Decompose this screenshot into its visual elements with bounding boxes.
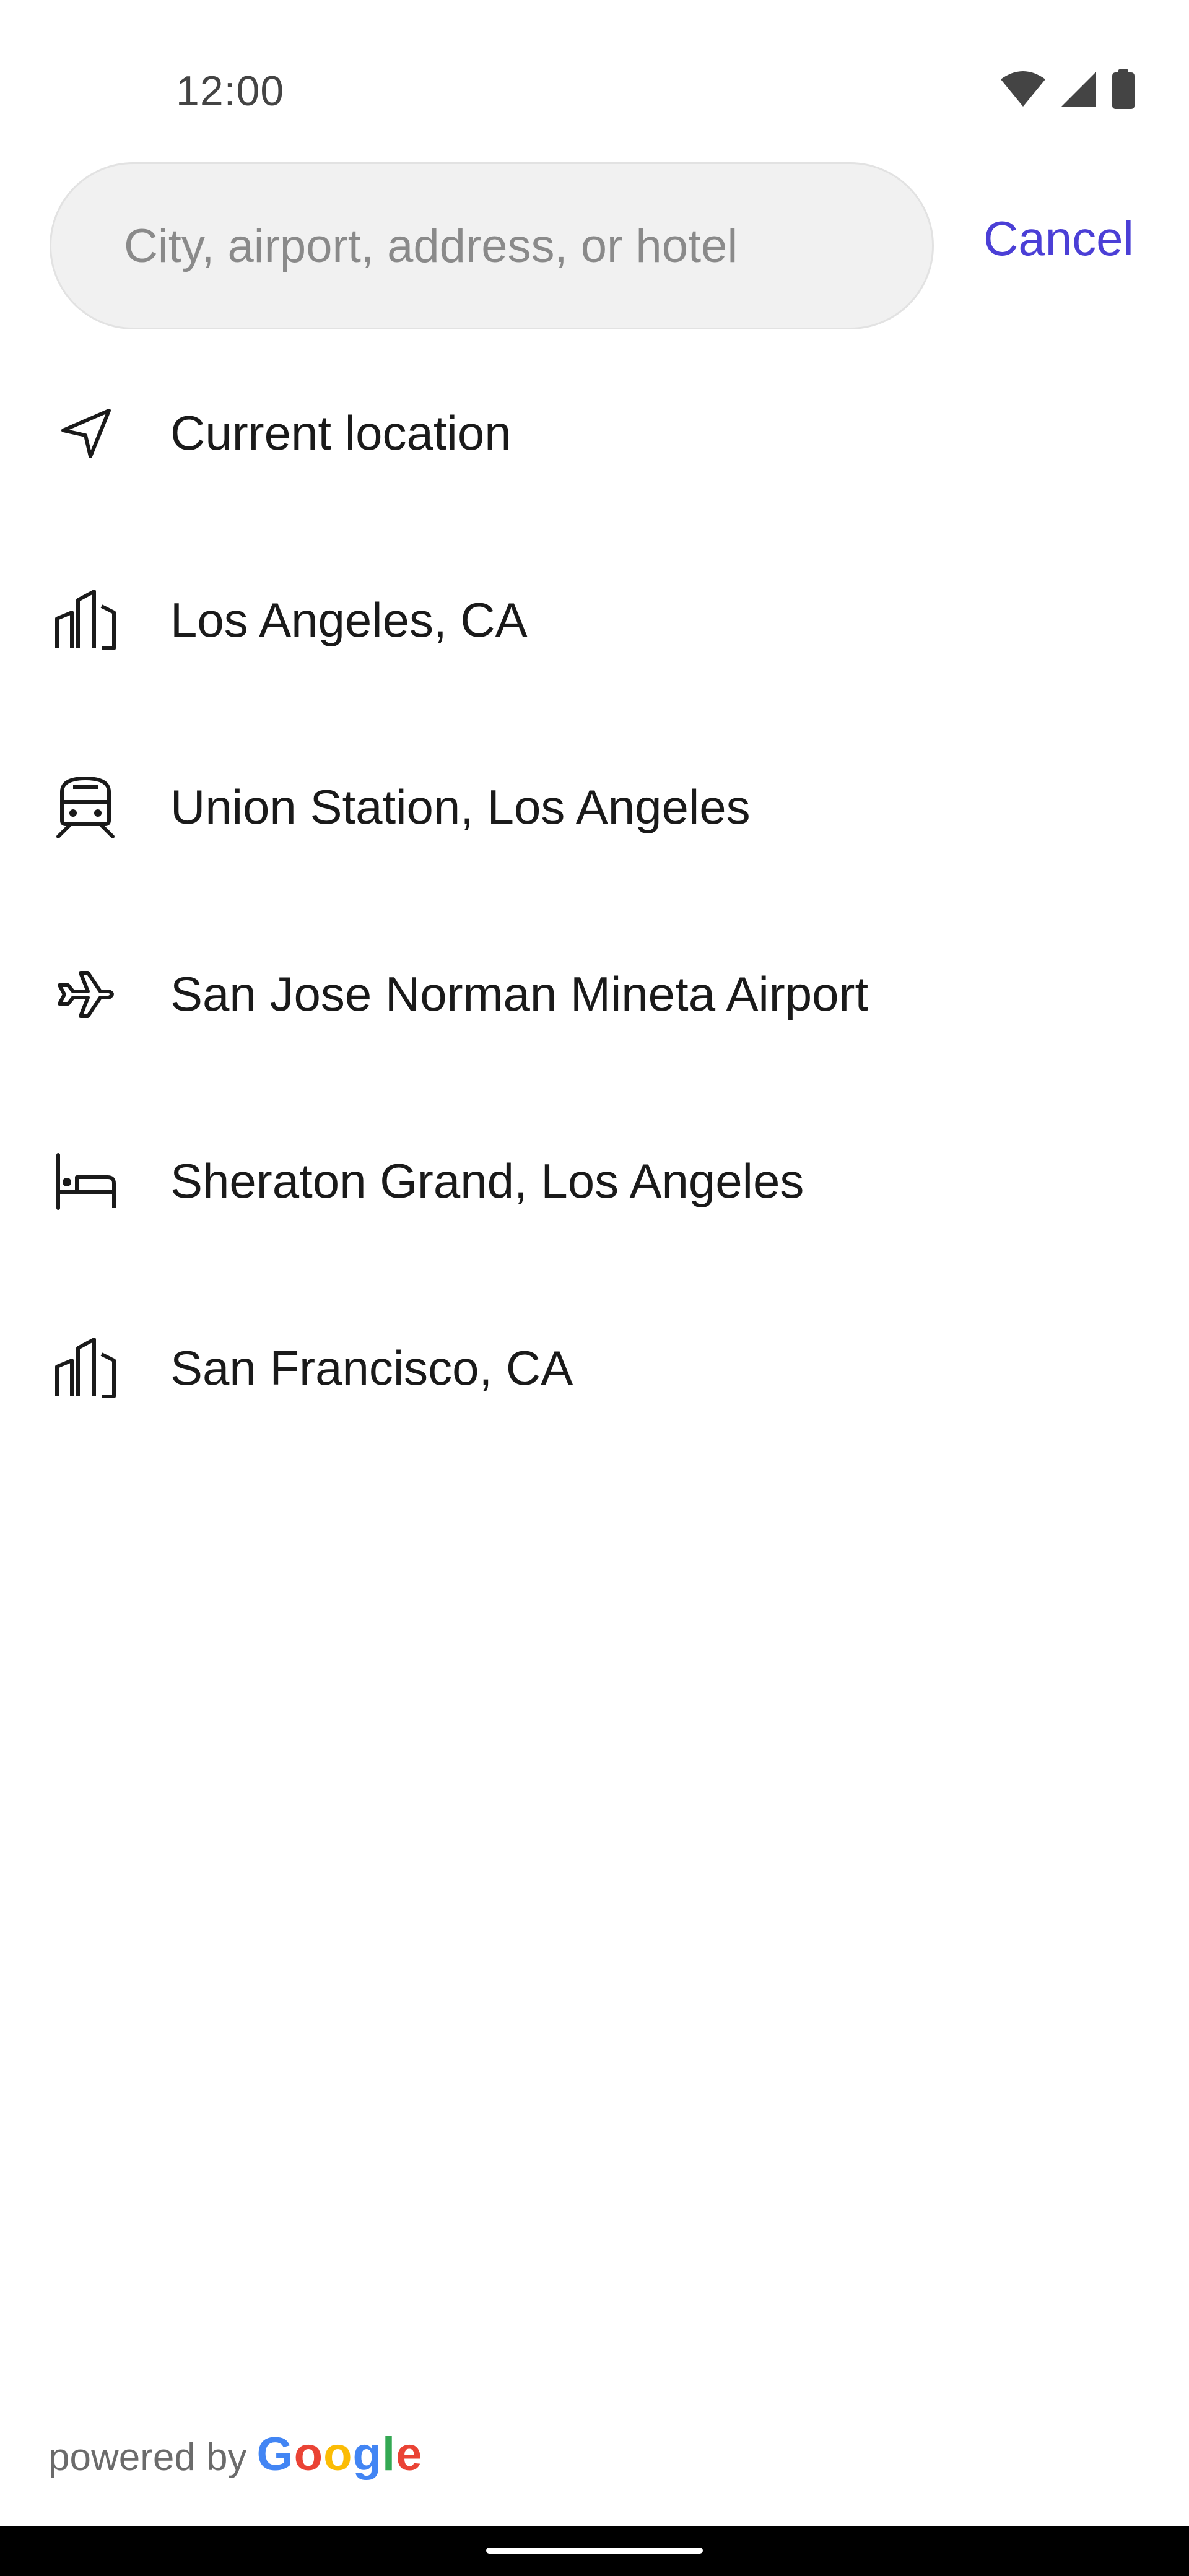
status-icons: [1000, 69, 1136, 112]
status-time: 12:00: [176, 67, 285, 115]
google-logo-letter: G: [256, 2428, 294, 2481]
search-input[interactable]: [123, 218, 932, 274]
google-logo-letter: o: [323, 2428, 353, 2481]
suggestion-san-francisco[interactable]: San Francisco, CA: [0, 1274, 1189, 1461]
suggestion-label: San Jose Norman Mineta Airport: [170, 966, 869, 1021]
city-buildings-icon: [48, 1331, 123, 1405]
train-icon: [48, 770, 123, 844]
battery-icon: [1111, 69, 1136, 112]
suggestion-list: Current location Los Angeles, CA Union S…: [0, 339, 1189, 1461]
status-bar: 12:00: [0, 0, 1189, 149]
cell-signal-icon: [1060, 71, 1097, 111]
google-logo: Google: [257, 2427, 423, 2481]
wifi-icon: [1000, 71, 1047, 111]
google-logo-letter: o: [294, 2428, 324, 2481]
home-indicator[interactable]: [486, 2548, 703, 2554]
navigation-arrow-icon: [48, 396, 123, 470]
suggestion-san-jose-airport[interactable]: San Jose Norman Mineta Airport: [0, 900, 1189, 1087]
powered-by-text: powered by: [48, 2436, 247, 2479]
city-buildings-icon: [48, 583, 123, 657]
suggestion-sheraton-grand[interactable]: Sheraton Grand, Los Angeles: [0, 1087, 1189, 1274]
navigation-bar: [0, 2526, 1189, 2576]
suggestion-los-angeles[interactable]: Los Angeles, CA: [0, 526, 1189, 713]
google-logo-letter: l: [381, 2428, 396, 2481]
suggestion-label: Union Station, Los Angeles: [170, 779, 751, 834]
cancel-button[interactable]: Cancel: [983, 211, 1134, 267]
google-logo-letter: g: [352, 2428, 382, 2481]
suggestion-label: Current location: [170, 405, 512, 460]
suggestion-label: San Francisco, CA: [170, 1340, 573, 1395]
suggestion-union-station[interactable]: Union Station, Los Angeles: [0, 713, 1189, 900]
hotel-bed-icon: [48, 1144, 123, 1218]
airplane-icon: [48, 957, 123, 1031]
search-box[interactable]: [50, 162, 934, 329]
powered-by-google: powered by Google: [48, 2427, 422, 2481]
google-logo-letter: e: [396, 2428, 423, 2481]
suggestion-label: Los Angeles, CA: [170, 592, 528, 647]
suggestion-current-location[interactable]: Current location: [0, 339, 1189, 526]
suggestion-label: Sheraton Grand, Los Angeles: [170, 1153, 804, 1208]
